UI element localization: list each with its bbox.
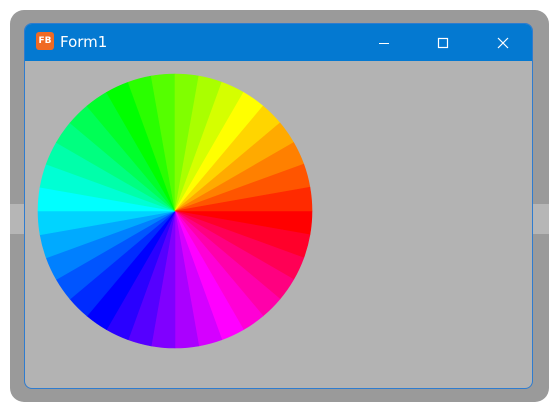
color-wheel bbox=[37, 73, 313, 349]
window-title: Form1 bbox=[60, 33, 108, 51]
minimize-icon bbox=[379, 42, 389, 44]
title-bar[interactable]: FB Form1 bbox=[25, 24, 532, 61]
form-window: FB Form1 bbox=[24, 23, 533, 389]
close-icon bbox=[497, 37, 509, 48]
freebasic-icon: FB bbox=[36, 32, 54, 50]
minimize-button[interactable] bbox=[361, 24, 407, 61]
close-button[interactable] bbox=[480, 24, 526, 61]
maximize-icon bbox=[437, 37, 449, 48]
maximize-button[interactable] bbox=[420, 24, 466, 61]
form-client-area[interactable] bbox=[25, 61, 532, 388]
